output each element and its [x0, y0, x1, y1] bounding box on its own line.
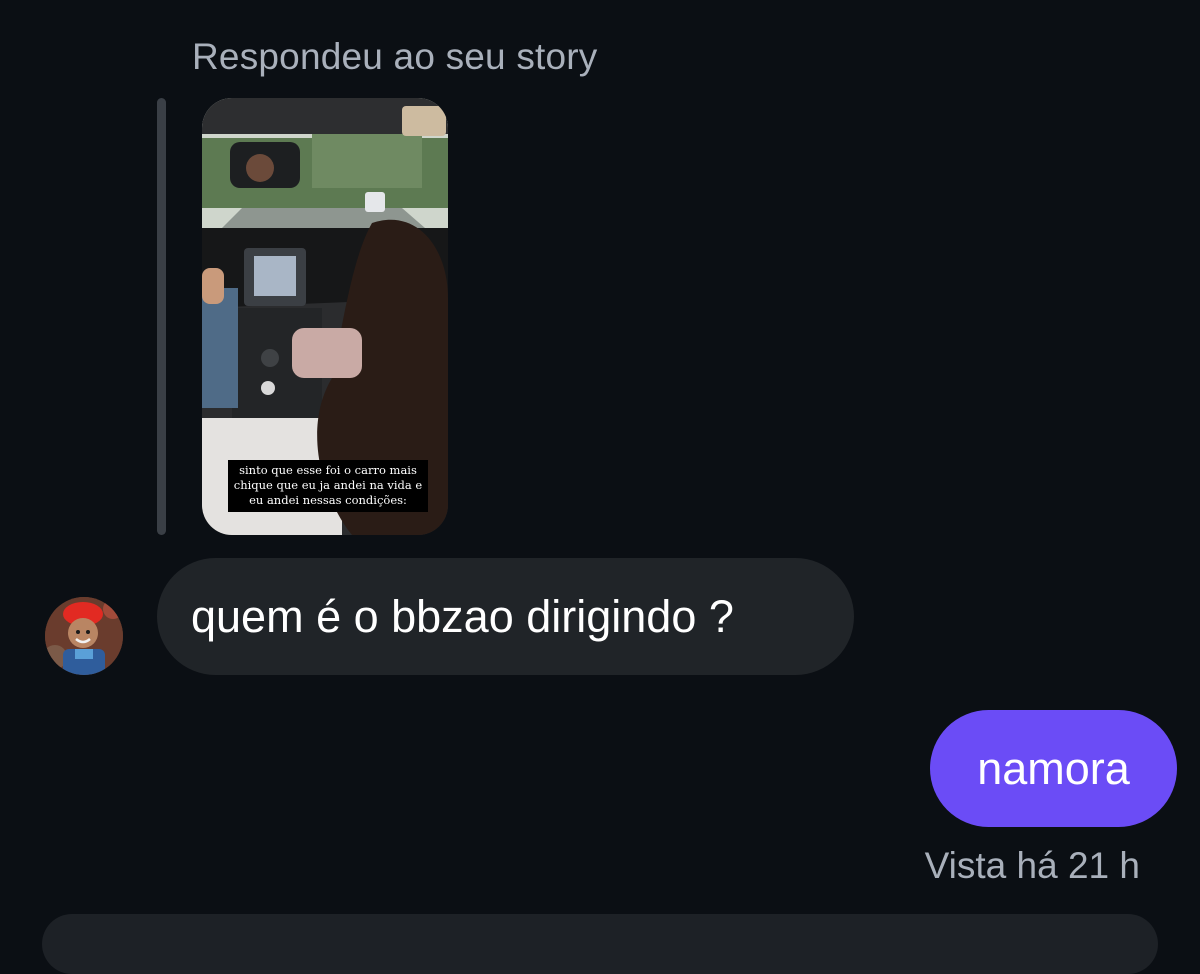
story-caption: sinto que esse foi o carro mais chique q…	[228, 460, 428, 512]
incoming-message-text: quem é o bbzao dirigindo ?	[191, 590, 734, 642]
outgoing-message-bubble[interactable]: namora	[930, 710, 1177, 827]
quote-bar	[157, 98, 166, 535]
outgoing-message-text: namora	[977, 742, 1130, 794]
story-reply-label: Respondeu ao seu story	[192, 36, 598, 77]
message-composer[interactable]	[42, 914, 1158, 974]
seen-status: Vista há 21 h	[924, 845, 1140, 886]
story-thumbnail[interactable]: sinto que esse foi o carro mais chique q…	[202, 98, 448, 535]
incoming-message-bubble[interactable]: quem é o bbzao dirigindo ?	[157, 558, 854, 675]
avatar-image	[45, 597, 123, 675]
sender-avatar[interactable]	[45, 597, 123, 675]
